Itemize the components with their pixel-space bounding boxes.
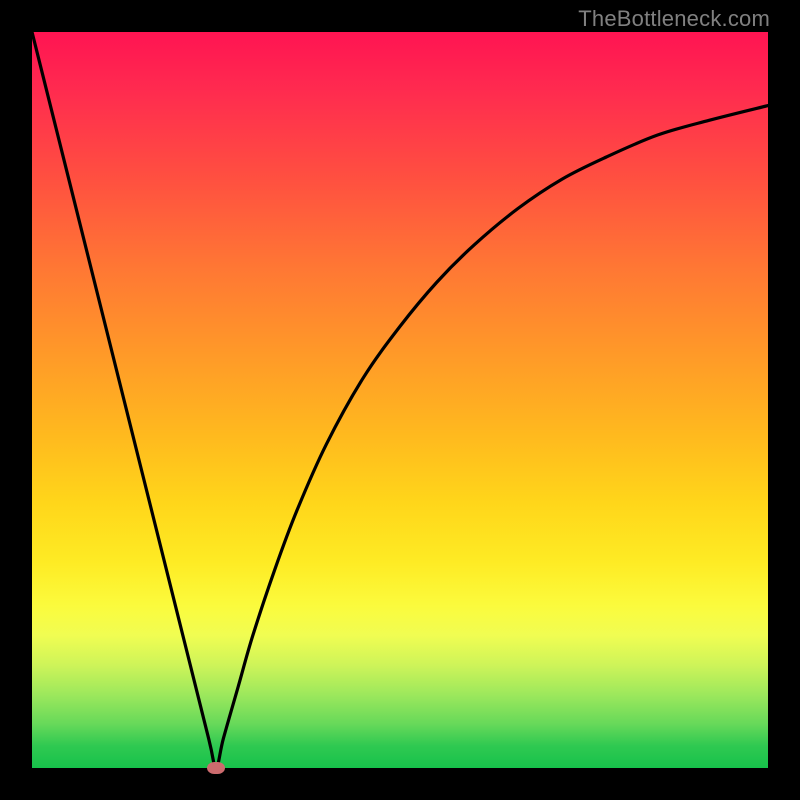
bottleneck-curve	[32, 32, 768, 768]
chart-frame: TheBottleneck.com	[0, 0, 800, 800]
minimum-marker	[207, 762, 225, 774]
plot-area	[32, 32, 768, 768]
watermark-text: TheBottleneck.com	[578, 6, 770, 32]
